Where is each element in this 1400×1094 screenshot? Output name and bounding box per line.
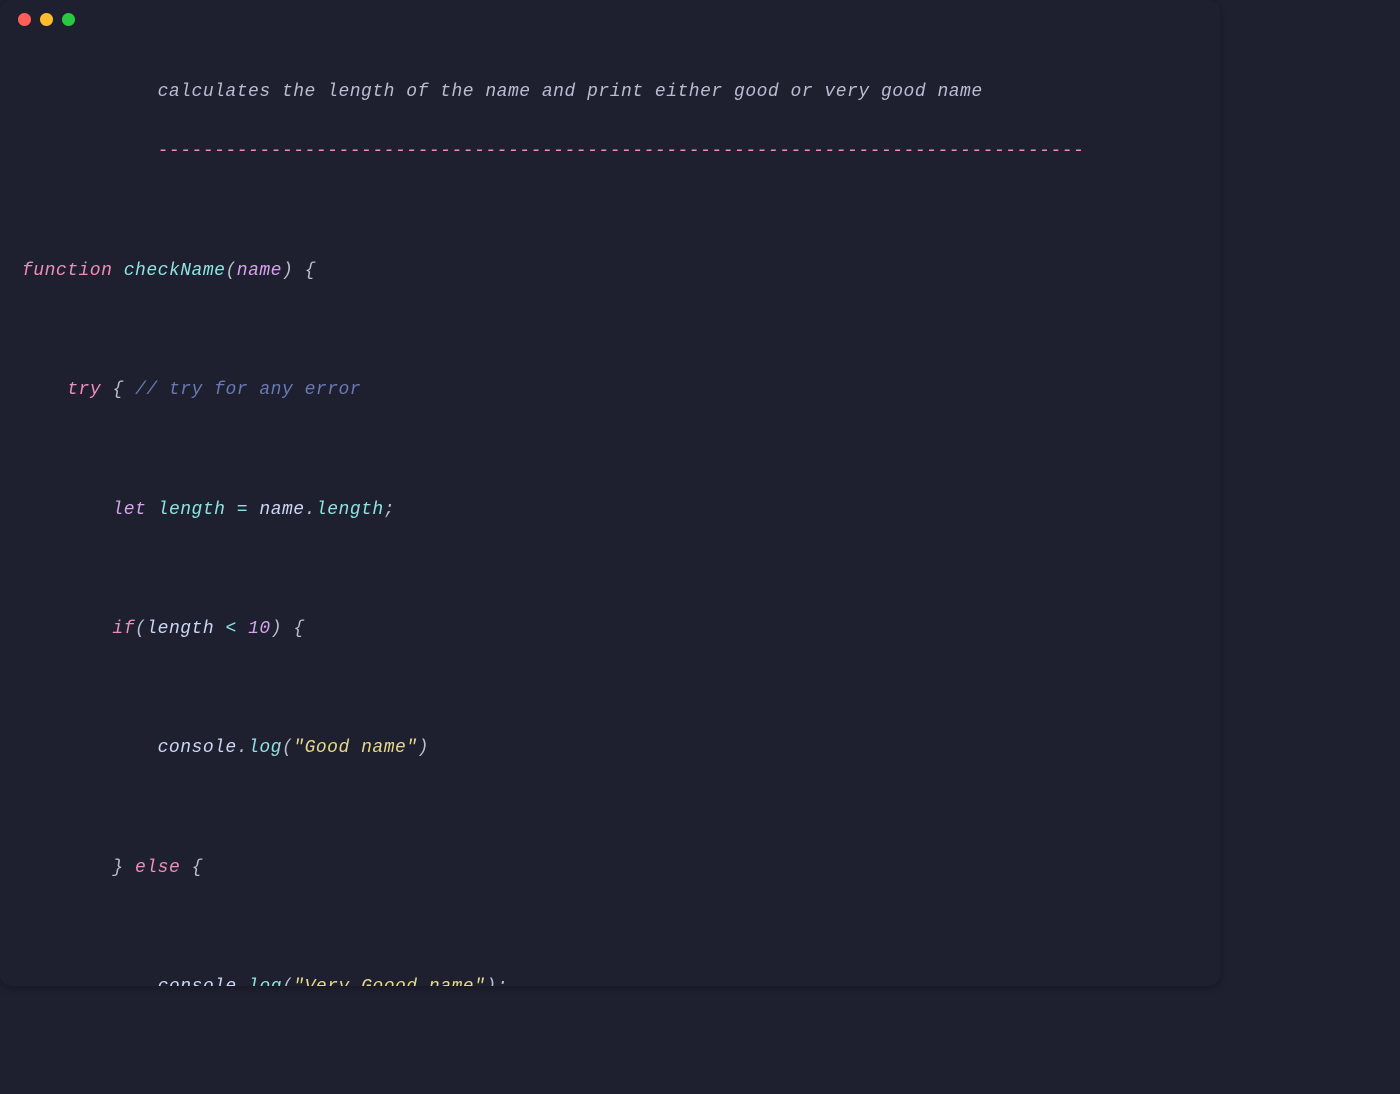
number: 10 (248, 619, 271, 639)
code-line (22, 197, 1198, 227)
code-line: console.log("Very Goood name"); (22, 973, 1198, 986)
dot: . (305, 500, 316, 520)
identifier: name (259, 500, 304, 520)
code-line: try { // try for any error (22, 376, 1198, 406)
identifier: length (146, 619, 214, 639)
keyword-let: let (112, 500, 146, 520)
comment-text: // try for any error (135, 380, 361, 400)
identifier: console (158, 738, 237, 758)
titlebar (0, 0, 1220, 38)
brace: { (293, 619, 304, 639)
paren: ) (485, 977, 496, 986)
paren: ( (135, 619, 146, 639)
code-line (22, 316, 1198, 346)
paren: ) (271, 619, 282, 639)
editor-window: calculates the length of the name and pr… (0, 0, 1220, 986)
brace: { (112, 380, 123, 400)
method: log (248, 977, 282, 986)
code-line (22, 675, 1198, 705)
method: log (248, 738, 282, 758)
code-line: } else { (22, 854, 1198, 884)
code-line: function checkName(name) { (22, 257, 1198, 287)
code-line (22, 555, 1198, 585)
brace: { (305, 261, 316, 281)
string-literal: "Very Goood name" (293, 977, 485, 986)
code-line: if(length < 10) { (22, 615, 1198, 645)
comment-dashes: ----------------------------------------… (158, 141, 1085, 161)
keyword-try: try (67, 380, 101, 400)
code-editor[interactable]: calculates the length of the name and pr… (0, 38, 1220, 986)
code-line (22, 913, 1198, 943)
comment-text: calculates the length of the name and pr… (158, 82, 983, 102)
property: length (316, 500, 384, 520)
code-line (22, 436, 1198, 466)
identifier: console (158, 977, 237, 986)
dot: . (237, 977, 248, 986)
close-icon[interactable] (18, 13, 31, 26)
dot: . (237, 738, 248, 758)
paren: ( (282, 738, 293, 758)
keyword-else: else (135, 858, 180, 878)
paren: ) (418, 738, 429, 758)
semicolon: ; (497, 977, 508, 986)
code-line: console.log("Good name") (22, 734, 1198, 764)
brace: { (192, 858, 203, 878)
keyword-function: function (22, 261, 112, 281)
string-literal: "Good name" (293, 738, 417, 758)
code-line (22, 794, 1198, 824)
semicolon: ; (384, 500, 395, 520)
param: name (237, 261, 282, 281)
code-line: calculates the length of the name and pr… (22, 78, 1198, 108)
code-line: let length = name.length; (22, 496, 1198, 526)
operator: = (237, 500, 248, 520)
paren: ) (282, 261, 293, 281)
operator: < (225, 619, 236, 639)
code-line: ----------------------------------------… (22, 137, 1198, 167)
paren: ( (225, 261, 236, 281)
maximize-icon[interactable] (62, 13, 75, 26)
variable: length (158, 500, 226, 520)
minimize-icon[interactable] (40, 13, 53, 26)
brace: } (112, 858, 123, 878)
keyword-if: if (112, 619, 135, 639)
function-name: checkName (124, 261, 226, 281)
paren: ( (282, 977, 293, 986)
